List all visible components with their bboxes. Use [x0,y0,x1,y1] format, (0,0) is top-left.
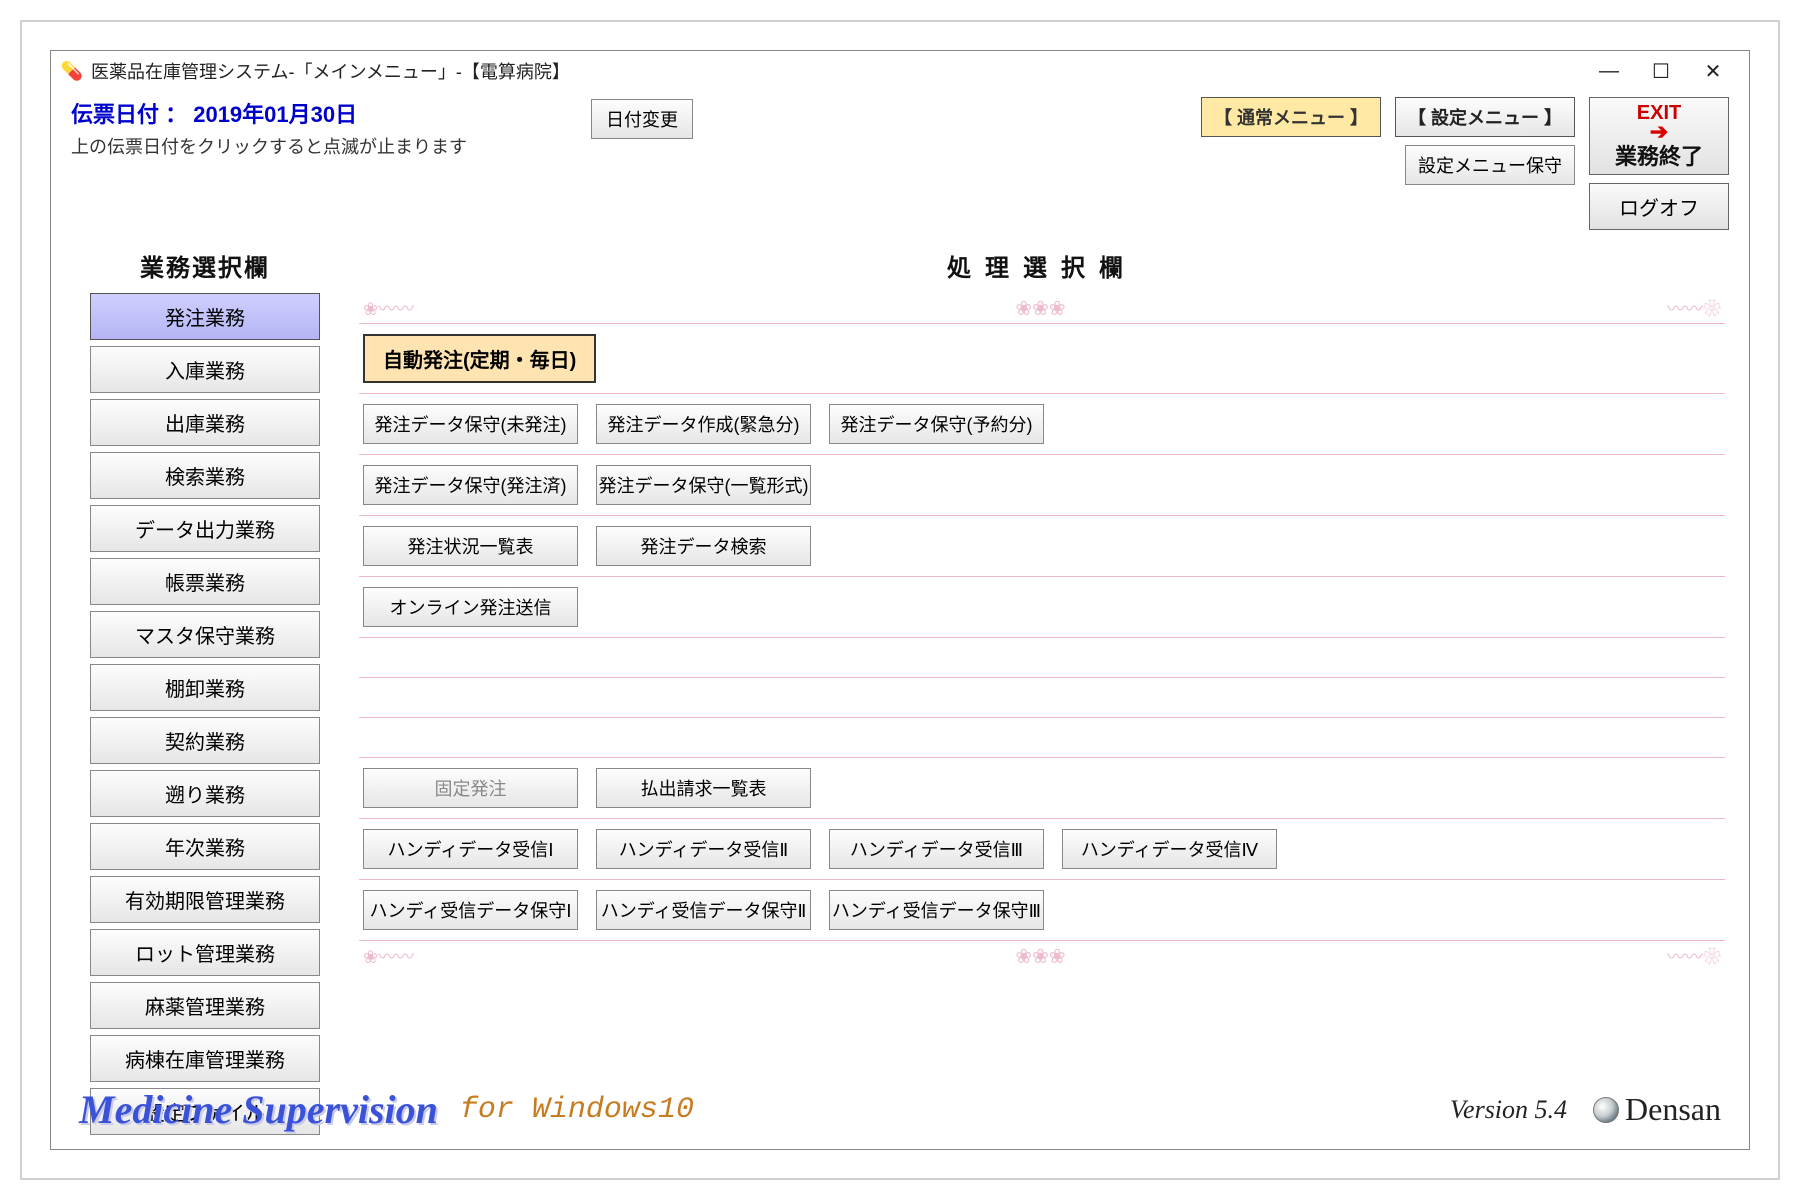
top-right-controls: 【 通常メニュー 】 【 設定メニュー 】 設定メニュー保守 EXIT ➔ 業務… [761,97,1729,230]
fixed-order-button[interactable]: 固定発注 [363,768,578,808]
empty-row [359,718,1725,758]
process-pane-title: 処理選択欄 [359,248,1725,283]
task-item-2[interactable]: 出庫業務 [90,399,320,446]
task-item-14[interactable]: 病棟在庫管理業務 [90,1035,320,1082]
header: 伝票日付 ： 2019年01月30日 上の伝票日付をクリックすると点滅が止まりま… [51,91,1749,236]
window-title: 医薬品在庫管理システム-「メインメニュー」-【電算病院】 [91,58,1583,84]
slip-date[interactable]: 伝票日付 ： 2019年01月30日 [71,97,591,129]
process-row-1: 自動発注(定期・毎日) [359,324,1725,394]
process-row-7: ハンディデータ受信Ⅰ ハンディデータ受信Ⅱ ハンディデータ受信Ⅲ ハンディデータ… [359,819,1725,880]
handy-data-recv-1-button[interactable]: ハンディデータ受信Ⅰ [363,829,578,869]
normal-menu-button[interactable]: 【 通常メニュー 】 [1201,97,1381,137]
handy-data-recv-2-button[interactable]: ハンディデータ受信Ⅱ [596,829,811,869]
maximize-button[interactable]: ☐ [1635,55,1687,87]
task-item-10[interactable]: 年次業務 [90,823,320,870]
task-item-12[interactable]: ロット管理業務 [90,929,320,976]
ornament-center-icon: ❀❀❀ [1015,944,1065,969]
process-row-6: 固定発注 払出請求一覧表 [359,758,1725,819]
date-block: 伝票日付 ： 2019年01月30日 上の伝票日付をクリックすると点滅が止まりま… [71,97,591,159]
task-item-11[interactable]: 有効期限管理業務 [90,876,320,923]
date-change-button[interactable]: 日付変更 [591,99,693,139]
app-icon: 💊 [61,60,83,82]
company-name: Densan [1625,1091,1721,1128]
company-logo: Densan [1593,1091,1721,1128]
ornament-right-icon: 〰〰❀ [1667,943,1721,969]
settings-menu-maint-button[interactable]: 設定メニュー保守 [1405,145,1575,185]
task-item-7[interactable]: 棚卸業務 [90,664,320,711]
ornament-left-icon: ❀〰〰 [363,295,414,321]
empty-row [359,678,1725,718]
handy-data-recv-3-button[interactable]: ハンディデータ受信Ⅲ [829,829,1044,869]
task-item-9[interactable]: 遡り業務 [90,770,320,817]
task-item-3[interactable]: 検索業務 [90,452,320,499]
minimize-button[interactable]: ― [1583,55,1635,87]
handy-recv-data-maint-1-button[interactable]: ハンディ受信データ保守Ⅰ [363,890,578,930]
ornament-bottom: ❀〰〰 ❀❀❀ 〰〰❀ [359,945,1725,967]
company-logo-icon [1593,1097,1619,1123]
handy-data-recv-4-button[interactable]: ハンディデータ受信Ⅳ [1062,829,1277,869]
process-row-4: 発注状況一覧表 発注データ検索 [359,516,1725,577]
slip-date-hint: 上の伝票日付をクリックすると点滅が止まります [71,133,591,159]
handy-recv-data-maint-3-button[interactable]: ハンディ受信データ保守Ⅲ [829,890,1044,930]
task-column-title: 業務選択欄 [75,248,335,283]
task-list: 発注業務入庫業務出庫業務検索業務データ出力業務帳票業務マスタ保守業務棚卸業務契約… [75,293,335,1135]
exit-button[interactable]: EXIT ➔ 業務終了 [1589,97,1729,175]
handy-recv-data-maint-2-button[interactable]: ハンディ受信データ保守Ⅱ [596,890,811,930]
process-row-5: オンライン発注送信 [359,577,1725,638]
process-row-2: 発注データ保守(未発注) 発注データ作成(緊急分) 発注データ保守(予約分) [359,394,1725,455]
empty-row [359,638,1725,678]
task-item-8[interactable]: 契約業務 [90,717,320,764]
ornament-top: ❀〰〰 ❀❀❀ 〰〰❀ [359,297,1725,319]
task-item-5[interactable]: 帳票業務 [90,558,320,605]
logoff-button[interactable]: ログオフ [1589,183,1729,230]
close-button[interactable]: ✕ [1687,55,1739,87]
brand-name: Medicine Supervision [79,1086,438,1133]
window-controls: ― ☐ ✕ [1583,55,1739,87]
payout-request-list-button[interactable]: 払出請求一覧表 [596,768,811,808]
footer: Medicine Supervision for Windows10 Versi… [51,1080,1749,1149]
task-column: 業務選択欄 発注業務入庫業務出庫業務検索業務データ出力業務帳票業務マスタ保守業務… [75,248,335,1135]
main-area: 業務選択欄 発注業務入庫業務出庫業務検索業務データ出力業務帳票業務マスタ保守業務… [51,236,1749,1080]
app-window: 💊 医薬品在庫管理システム-「メインメニュー」-【電算病院】 ― ☐ ✕ 伝票日… [50,50,1750,1150]
order-data-create-urgent-button[interactable]: 発注データ作成(緊急分) [596,404,811,444]
task-item-13[interactable]: 麻薬管理業務 [90,982,320,1029]
online-order-send-button[interactable]: オンライン発注送信 [363,587,578,627]
ornament-left-icon: ❀〰〰 [363,943,414,969]
exit-sublabel: 業務終了 [1615,139,1703,171]
order-data-maint-unordered-button[interactable]: 発注データ保守(未発注) [363,404,578,444]
process-row-3: 発注データ保守(発注済) 発注データ保守(一覧形式) [359,455,1725,516]
task-item-6[interactable]: マスタ保守業務 [90,611,320,658]
order-data-maint-reserved-button[interactable]: 発注データ保守(予約分) [829,404,1044,444]
order-data-search-button[interactable]: 発注データ検索 [596,526,811,566]
task-item-1[interactable]: 入庫業務 [90,346,320,393]
process-row-8: ハンディ受信データ保守Ⅰ ハンディ受信データ保守Ⅱ ハンディ受信データ保守Ⅲ [359,880,1725,941]
titlebar: 💊 医薬品在庫管理システム-「メインメニュー」-【電算病院】 ― ☐ ✕ [51,51,1749,91]
process-pane: 処理選択欄 ❀〰〰 ❀❀❀ 〰〰❀ 自動発注(定期・毎日) 発注データ保守(未発… [359,248,1725,1135]
auto-order-button[interactable]: 自動発注(定期・毎日) [363,334,596,383]
task-item-4[interactable]: データ出力業務 [90,505,320,552]
settings-menu-button[interactable]: 【 設定メニュー 】 [1395,97,1575,137]
order-data-maint-list-button[interactable]: 発注データ保守(一覧形式) [596,465,811,505]
exit-arrow-icon: ➔ [1650,125,1668,139]
task-item-0[interactable]: 発注業務 [90,293,320,340]
order-data-maint-ordered-button[interactable]: 発注データ保守(発注済) [363,465,578,505]
version-label: Version 5.4 [1450,1095,1567,1125]
ornament-center-icon: ❀❀❀ [1015,296,1065,321]
order-status-list-button[interactable]: 発注状況一覧表 [363,526,578,566]
ornament-right-icon: 〰〰❀ [1667,295,1721,321]
brand-subtitle: for Windows10 [460,1093,694,1127]
outer-frame: 💊 医薬品在庫管理システム-「メインメニュー」-【電算病院】 ― ☐ ✕ 伝票日… [20,20,1780,1180]
